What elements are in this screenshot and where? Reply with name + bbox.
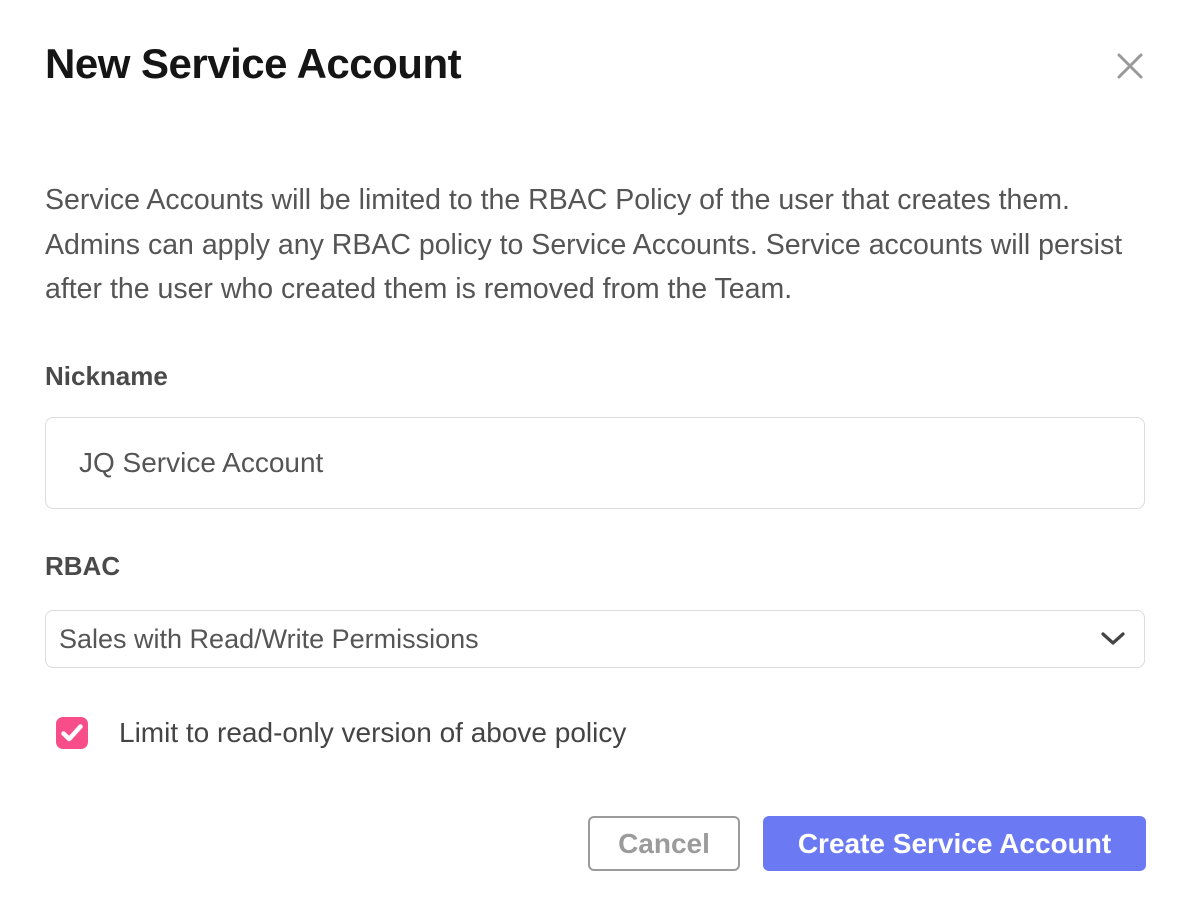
modal-footer: Cancel Create Service Account bbox=[588, 816, 1146, 871]
readonly-checkbox-label: Limit to read-only version of above poli… bbox=[101, 717, 626, 749]
new-service-account-modal: New Service Account Service Accounts wil… bbox=[0, 0, 1190, 904]
readonly-checkbox-row[interactable]: Limit to read-only version of above poli… bbox=[56, 717, 1145, 749]
check-icon bbox=[61, 724, 83, 742]
close-button[interactable] bbox=[1112, 48, 1148, 84]
rbac-select-wrapper: Sales with Read/Write Permissions bbox=[45, 610, 1145, 668]
page-title: New Service Account bbox=[45, 0, 1145, 88]
rbac-select[interactable]: Sales with Read/Write Permissions bbox=[45, 610, 1145, 668]
nickname-label: Nickname bbox=[45, 361, 1145, 392]
readonly-checkbox[interactable] bbox=[56, 717, 88, 749]
cancel-button[interactable]: Cancel bbox=[588, 816, 740, 871]
nickname-input[interactable] bbox=[45, 417, 1145, 509]
modal-description: Service Accounts will be limited to the … bbox=[45, 178, 1145, 312]
rbac-label: RBAC bbox=[45, 551, 1145, 582]
close-icon bbox=[1116, 52, 1144, 80]
create-service-account-button[interactable]: Create Service Account bbox=[763, 816, 1146, 871]
